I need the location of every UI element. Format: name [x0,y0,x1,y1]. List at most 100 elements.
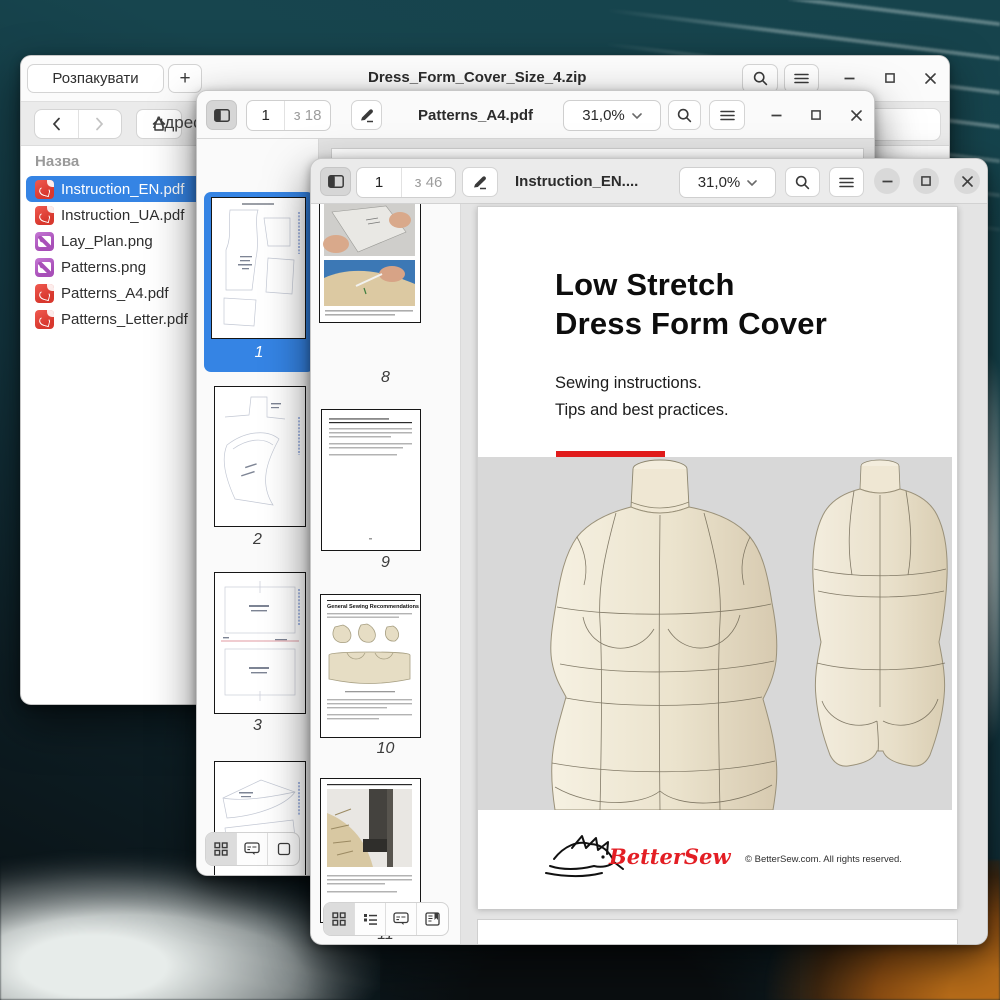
zoom-dropdown[interactable]: 31,0% [679,167,776,198]
maximize-icon [811,110,821,120]
sidebar-toggle-button[interactable] [206,100,237,130]
minimize-icon [771,114,782,117]
hamburger-icon [720,110,735,121]
pdf-page-1: Low Stretch Dress Form Cover Sewing inst… [477,206,958,908]
maximize-button[interactable] [877,65,903,91]
document-area[interactable]: Low Stretch Dress Form Cover Sewing inst… [461,204,987,944]
sidebar-icon [328,175,344,188]
file-name: Patterns_Letter.pdf [61,311,188,328]
page-number-field[interactable]: 1 з 46 [356,167,456,198]
thumbnails-sidebar: 1 2 [197,139,319,875]
document-title: Low Stretch Dress Form Cover [555,265,827,343]
annotations-mode-button[interactable] [237,833,268,865]
thumbnails-mode-button[interactable] [324,903,355,935]
close-button[interactable] [954,168,980,194]
chevron-left-icon [52,117,61,131]
back-button[interactable] [35,110,79,138]
thumbnail-page-number: 2 [197,531,318,549]
page-thumbnail [319,204,421,323]
pen-icon [472,175,488,190]
sidebar-mode-toolbar [323,902,449,936]
file-name: Patterns.png [61,259,146,276]
menu-button[interactable] [709,100,745,130]
close-icon [925,73,936,84]
annotate-button[interactable] [351,100,382,130]
minimize-button[interactable] [763,102,789,128]
sidebar-toggle-button[interactable] [320,167,351,196]
bookmarks-mode-button[interactable] [417,903,448,935]
annotations-mode-button[interactable] [386,903,417,935]
address-label: Адрес [153,113,202,133]
file-name: Lay_Plan.png [61,233,153,250]
pdf-page-2 [477,919,958,945]
file-name: Patterns_A4.pdf [61,285,169,302]
zoom-dropdown[interactable]: 31,0% [563,100,661,131]
annotate-button[interactable] [462,167,498,197]
maximize-button[interactable] [803,102,829,128]
thumbnail-page-number: 3 [197,717,318,735]
thumbnail-page-number: 1 [204,344,314,362]
annotation-bubble-icon [244,842,260,856]
maximize-icon [921,176,931,186]
dress-form-back [813,460,947,766]
search-button[interactable] [742,64,778,93]
thumbnail-page-number: 10 [311,740,460,758]
document-subtitle: Sewing instructions. Tips and best pract… [555,370,729,424]
archive-window-title: Dress_Form_Cover_Size_4.zip [368,69,586,86]
close-button[interactable] [843,102,869,128]
forward-button[interactable] [79,110,122,138]
brand-footer: BetterSew © BetterSew.com. All rights re… [478,810,957,909]
total-pages: з 46 [402,174,455,191]
menu-button[interactable] [829,167,864,197]
annotation-bubble-icon [393,912,409,926]
search-icon [795,175,810,190]
file-name: Instruction_EN.pdf [61,181,184,198]
patterns-headerbar: 1 з 18 Patterns_A4.pdf 31,0% [197,91,874,139]
minimize-icon [882,180,893,183]
maximize-button[interactable] [913,168,939,194]
search-button[interactable] [668,100,701,130]
pdf-file-icon [35,206,54,225]
history-nav [34,109,122,139]
pen-icon [359,108,375,123]
grid-icon [214,842,228,856]
page-thumbnail [214,572,306,714]
chevron-down-icon [632,113,642,119]
thumbnail-selected[interactable]: 1 [204,192,314,372]
thumbnails-sidebar: 8 9 General Sewing Recommend [311,204,461,944]
thumbnail-page-number: 9 [311,554,460,572]
bookmark-book-icon [425,912,440,926]
grid-icon [332,912,346,926]
chevron-down-icon [747,180,757,186]
search-button[interactable] [785,167,820,197]
minimize-button[interactable] [874,168,900,194]
instruction-pdf-window: 1 з 46 Instruction_EN.... 31,0% [310,158,988,945]
close-icon [851,110,862,121]
instruction-headerbar: 1 з 46 Instruction_EN.... 31,0% [311,159,987,204]
page-thumbnail [321,409,421,551]
current-page: 1 [247,107,284,124]
hamburger-icon [839,177,854,188]
column-header-name: Назва [35,153,79,170]
minimize-button[interactable] [836,65,862,91]
extract-button-label: Розпакувати [52,70,138,87]
minimize-icon [844,77,855,80]
copyright-text: © BetterSew.com. All rights reserved. [745,854,902,865]
menu-button[interactable] [784,64,819,93]
page-number-field[interactable]: 1 з 18 [246,100,331,131]
close-button[interactable] [917,65,943,91]
dress-form-image [478,457,952,810]
image-file-icon [35,258,54,277]
thumbnail-page-number: 8 [311,369,460,387]
extract-button[interactable]: Розпакувати [27,64,164,93]
pdf-file-icon [35,310,54,329]
search-icon [753,71,768,86]
outline-mode-button[interactable] [355,903,386,935]
add-files-button[interactable]: + [168,64,202,93]
attachments-mode-button[interactable] [268,833,299,865]
current-page: 1 [357,174,401,191]
close-icon [962,176,973,187]
brand-name: BetterSew [609,844,731,869]
thumbnails-mode-button[interactable] [206,833,237,865]
sidebar-icon [214,109,230,122]
